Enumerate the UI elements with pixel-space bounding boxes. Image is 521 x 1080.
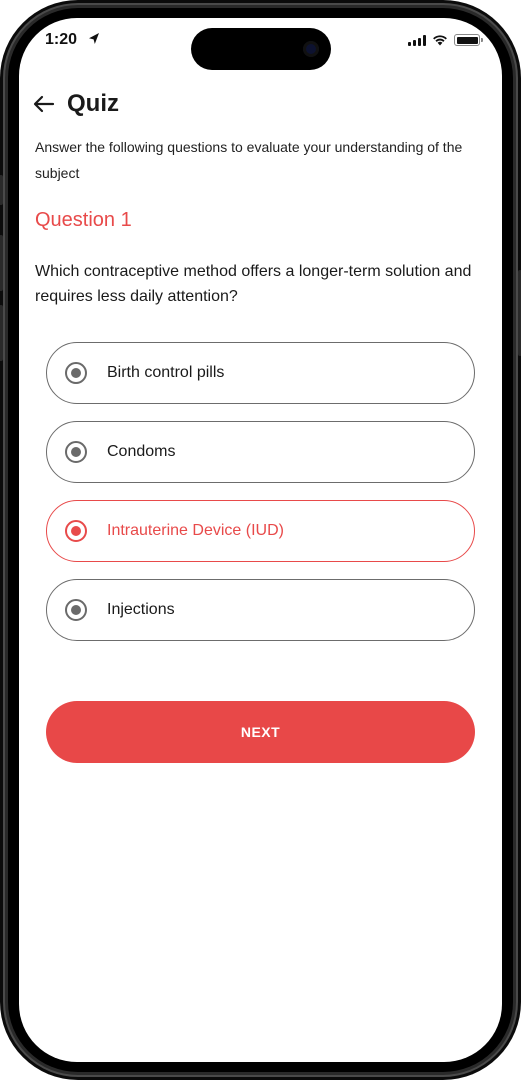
status-bar: 1:20 — [19, 18, 502, 70]
wifi-icon — [433, 35, 447, 46]
volume-up-button — [0, 235, 3, 291]
arrow-left-icon[interactable] — [31, 91, 57, 117]
option-label: Condoms — [107, 443, 176, 460]
radio-icon[interactable] — [65, 599, 87, 621]
option-condoms[interactable]: Condoms — [46, 421, 475, 483]
location-arrow-icon — [89, 33, 99, 44]
page-title: Quiz — [67, 90, 119, 117]
status-indicators — [408, 34, 483, 46]
radio-icon[interactable] — [65, 362, 87, 384]
option-birth-control-pills[interactable]: Birth control pills — [46, 342, 475, 404]
status-time: 1:20 — [45, 31, 78, 48]
option-label: Injections — [107, 601, 175, 618]
option-iud[interactable]: Intrauterine Device (IUD) — [46, 500, 475, 562]
option-injections[interactable]: Injections — [46, 579, 475, 641]
radio-icon[interactable] — [65, 520, 87, 542]
page-subtitle: Answer the following questions to evalua… — [35, 139, 463, 181]
battery-icon — [454, 34, 483, 46]
question-number: Question 1 — [35, 209, 132, 231]
volume-down-button — [0, 305, 3, 361]
cellular-signal-icon — [408, 34, 426, 46]
header: Quiz — [31, 90, 119, 118]
next-button[interactable]: NEXT — [46, 701, 475, 763]
dynamic-island — [191, 28, 331, 70]
question-text: Which contraceptive method offers a long… — [35, 263, 472, 305]
screen: 1:20 Quiz Answer the following questions… — [19, 18, 502, 1062]
radio-icon[interactable] — [65, 441, 87, 463]
camera-icon — [303, 41, 319, 57]
action-button — [0, 175, 3, 205]
phone-frame: 1:20 Quiz Answer the following questions… — [0, 0, 521, 1080]
option-label: Intrauterine Device (IUD) — [107, 522, 284, 539]
option-label: Birth control pills — [107, 364, 225, 381]
